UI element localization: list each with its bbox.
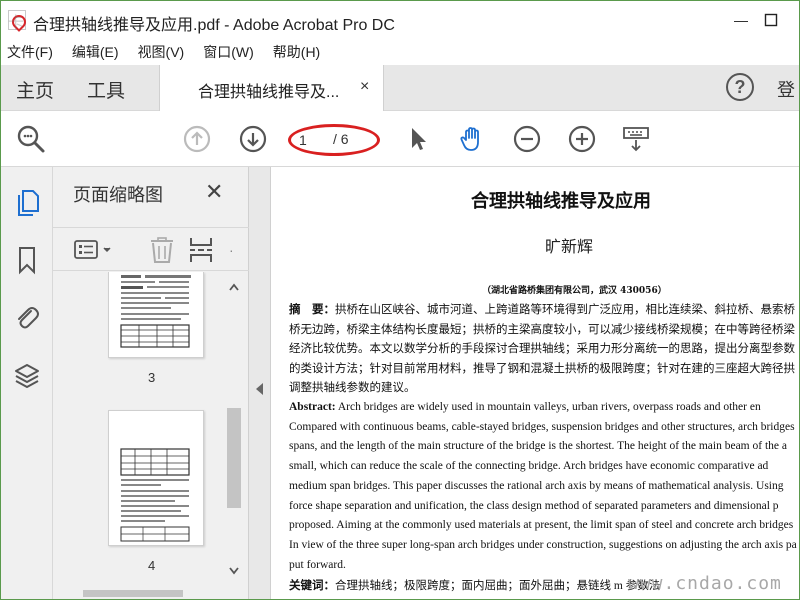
bookmark-icon xyxy=(19,247,35,275)
arrow-down-circle-icon xyxy=(239,125,267,153)
scroll-down-icon[interactable] xyxy=(228,566,240,576)
page-thumbnails-icon xyxy=(18,190,39,216)
thumbnail-scrollbar[interactable] xyxy=(225,272,243,584)
document-view[interactable]: 合理拱轴线推导及应用 旷新辉 （湖北省路桥集团有限公司，武汉 430056） 摘… xyxy=(272,167,799,599)
abstract-cn-label: 摘 要： xyxy=(289,304,335,316)
bookmarks-button[interactable] xyxy=(12,245,42,275)
document-title: 合理拱轴线推导及应用 xyxy=(471,191,651,212)
abstract-cn-line: 的类设计方法；针对目前常用材料，推导了钢和混凝土拱桥的极限跨度；针对在建的三座超… xyxy=(289,363,795,375)
abstract-en-line: medium span bridges. This paper discusse… xyxy=(289,480,784,492)
maximize-icon xyxy=(764,13,778,27)
panel-title: 页面缩略图 xyxy=(73,185,163,205)
menu-window[interactable]: 窗口(W) xyxy=(203,42,254,62)
red-annotation-ellipse xyxy=(288,124,380,156)
abstract-en-label: Abstract: xyxy=(289,401,336,413)
abstract-cn-line: 调整拱轴线参数的建议。 xyxy=(289,382,416,394)
scroll-up-icon[interactable] xyxy=(228,282,240,292)
page-break-icon xyxy=(190,238,212,262)
keywords-line: 关键词：合理拱轴线；极限跨度；面内屈曲；面外屈曲；悬链线 m 参数法 xyxy=(289,580,661,592)
thumbnail-list: 3 4 xyxy=(53,272,249,582)
abstract-cn-line: 桥无边跨，桥梁主体结构长度最短；拱桥的主梁高度较小，可以减少接线桥梁规模；在中等… xyxy=(289,324,795,336)
document-tab-label: 合理拱轴线推导及... xyxy=(198,84,340,101)
horizontal-scrollbar-thumb[interactable] xyxy=(83,590,183,597)
tab-document[interactable]: 合理拱轴线推导及... × xyxy=(159,65,384,111)
keyboard-icon xyxy=(623,127,649,152)
page-thumbnails-button[interactable] xyxy=(12,187,42,217)
title-bar: 卡 合理拱轴线推导及应用.pdf - Adobe Acrobat Pro DC … xyxy=(1,1,799,39)
document-affiliation: （湖北省路桥集团有限公司，武汉 430056） xyxy=(482,286,667,296)
panel-collapse-gutter[interactable] xyxy=(249,167,271,599)
options-menu-icon xyxy=(74,240,111,259)
layers-icon xyxy=(15,364,39,388)
zoom-out-icon xyxy=(513,125,541,153)
arrow-up-circle-icon xyxy=(183,125,211,153)
left-navigation-rail xyxy=(1,167,53,599)
site-watermark: www.cndao.com xyxy=(628,573,782,594)
scrollbar-thumb[interactable] xyxy=(227,408,241,508)
paperclip-icon xyxy=(18,307,39,329)
collapse-left-icon[interactable] xyxy=(256,383,263,395)
page-preview xyxy=(120,448,190,542)
abstract-en-line: small, which can reduce the scale of the… xyxy=(289,460,769,472)
menu-help[interactable]: 帮助(H) xyxy=(273,42,320,62)
thumbnail-panel: 页面缩略图 ✕ · 3 4 xyxy=(53,167,249,599)
keyboard-tool-button[interactable] xyxy=(618,121,654,157)
thumbnail-options-button[interactable] xyxy=(73,238,115,262)
document-author: 旷新辉 xyxy=(545,237,594,256)
hand-icon xyxy=(460,127,479,151)
select-tool-button[interactable] xyxy=(400,121,436,157)
thumbnail-horizontal-scrollbar[interactable] xyxy=(53,584,249,599)
delete-page-button[interactable] xyxy=(147,236,177,264)
menu-file[interactable]: 文件(F) xyxy=(7,42,53,62)
abstract-cn-line: 经济比较优势。本文以数学分析的手段探讨合理拱轴线；采用力形分离统一的思路，提出分… xyxy=(289,343,795,355)
attachments-button[interactable] xyxy=(12,303,42,333)
maximize-button[interactable] xyxy=(757,6,785,34)
abstract-en-line: spans, and the length of the main struct… xyxy=(289,440,787,452)
panel-toolbar: · xyxy=(53,227,249,271)
thumbnail-page-number: 3 xyxy=(148,370,156,385)
abstract-en-line: put forward. xyxy=(289,559,346,571)
thumbnail-page-number: 4 xyxy=(148,558,156,573)
panel-close-button[interactable]: ✕ xyxy=(205,179,223,205)
zoom-out-button[interactable] xyxy=(509,121,545,157)
zoom-in-icon xyxy=(568,125,596,153)
main-toolbar: / 6 xyxy=(1,111,799,167)
abstract-cn-line: 摘 要：拱桥在山区峡谷、城市河道、上跨道路等环境得到广泛应用，相比连续梁、斜拉桥… xyxy=(289,304,795,316)
menu-bar: 文件(F) 编辑(E) 视图(V) 窗口(W) 帮助(H) xyxy=(1,39,799,65)
abstract-en-line: Abstract: Arch bridges are widely used i… xyxy=(289,401,761,413)
menu-view[interactable]: 视图(V) xyxy=(138,42,185,62)
tab-tools[interactable]: 工具 xyxy=(87,76,125,103)
more-tools-dots[interactable]: · xyxy=(229,242,234,258)
page-preview xyxy=(120,275,191,348)
abstract-en-line: proposed. Aiming at the commonly used ma… xyxy=(289,519,794,531)
signin-button[interactable]: 登 xyxy=(777,76,795,102)
layers-button[interactable] xyxy=(12,361,42,391)
previous-page-button[interactable] xyxy=(179,121,215,157)
acrobat-window: 卡 合理拱轴线推导及应用.pdf - Adobe Acrobat Pro DC … xyxy=(0,0,800,600)
hand-tool-button[interactable] xyxy=(454,121,490,157)
help-button[interactable]: ? xyxy=(726,73,754,101)
find-button[interactable] xyxy=(13,121,49,157)
abstract-en-line: In view of the three super long-span arc… xyxy=(289,539,797,551)
tabs-bar: 主页 工具 合理拱轴线推导及... × ? 登 xyxy=(1,65,799,111)
trash-icon xyxy=(151,237,173,263)
window-title: 合理拱轴线推导及应用.pdf - Adobe Acrobat Pro DC xyxy=(33,17,395,34)
magnify-icon xyxy=(17,125,45,153)
extract-page-button[interactable] xyxy=(187,236,217,264)
corner-watermark: 卡 xyxy=(8,15,25,32)
keywords-label: 关键词： xyxy=(289,580,335,592)
close-tab-button[interactable]: × xyxy=(360,78,369,96)
abstract-en-line: force shape separation and unification, … xyxy=(289,500,779,512)
cursor-arrow-icon xyxy=(412,128,426,150)
thumbnail-page-4[interactable] xyxy=(108,410,204,546)
thumbnail-page-3[interactable] xyxy=(108,272,204,358)
tab-home[interactable]: 主页 xyxy=(16,76,54,103)
menu-edit[interactable]: 编辑(E) xyxy=(72,42,119,62)
abstract-en-line: Compared with continuous beams, cable-st… xyxy=(289,421,795,433)
next-page-button[interactable] xyxy=(235,121,271,157)
minimize-button[interactable]: — xyxy=(727,6,755,34)
zoom-in-button[interactable] xyxy=(564,121,600,157)
